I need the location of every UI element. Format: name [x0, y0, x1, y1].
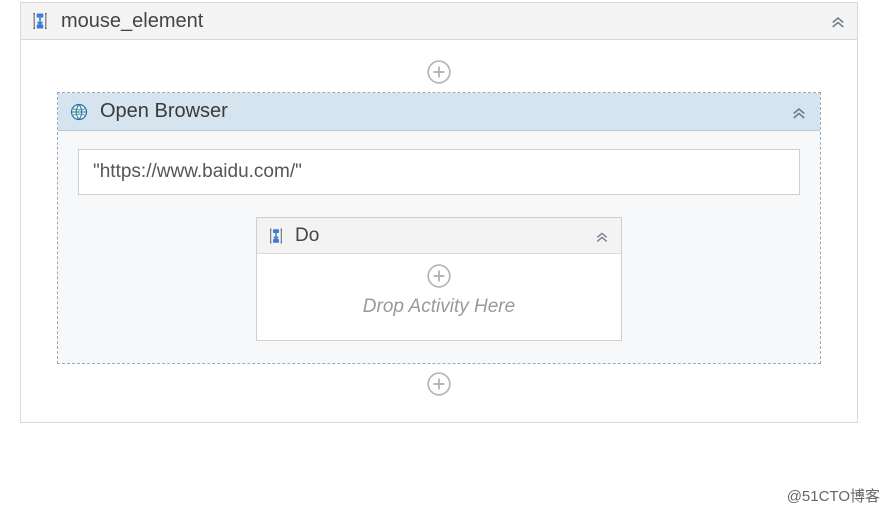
open-browser-body: Do: [58, 131, 820, 363]
sequence-icon: [29, 10, 51, 32]
plus-icon[interactable]: [425, 58, 453, 86]
open-browser-header[interactable]: Open Browser: [58, 93, 820, 131]
url-input[interactable]: [78, 149, 800, 195]
add-activity-top: [21, 52, 857, 92]
add-activity-bottom: [21, 364, 857, 404]
do-sequence[interactable]: Do: [256, 217, 622, 341]
collapse-icon[interactable]: [788, 101, 810, 123]
sequence-body: Open Browser: [20, 40, 858, 423]
globe-icon: [68, 101, 90, 123]
plus-icon[interactable]: [425, 370, 453, 398]
do-body: Drop Activity Here: [257, 254, 621, 340]
do-header[interactable]: Do: [257, 218, 621, 254]
sequence-mouse-element[interactable]: mouse_element: [20, 2, 858, 423]
open-browser-activity[interactable]: Open Browser: [57, 92, 821, 364]
drop-activity-hint[interactable]: Drop Activity Here: [363, 296, 515, 318]
plus-icon[interactable]: [425, 262, 453, 290]
watermark: @51CTO博客: [787, 485, 880, 506]
collapse-icon[interactable]: [591, 225, 613, 247]
sequence-header[interactable]: mouse_element: [20, 2, 858, 40]
collapse-icon[interactable]: [827, 10, 849, 32]
do-title: Do: [295, 225, 583, 247]
sequence-icon: [265, 225, 287, 247]
sequence-title: mouse_element: [59, 10, 819, 33]
open-browser-title: Open Browser: [100, 100, 778, 123]
